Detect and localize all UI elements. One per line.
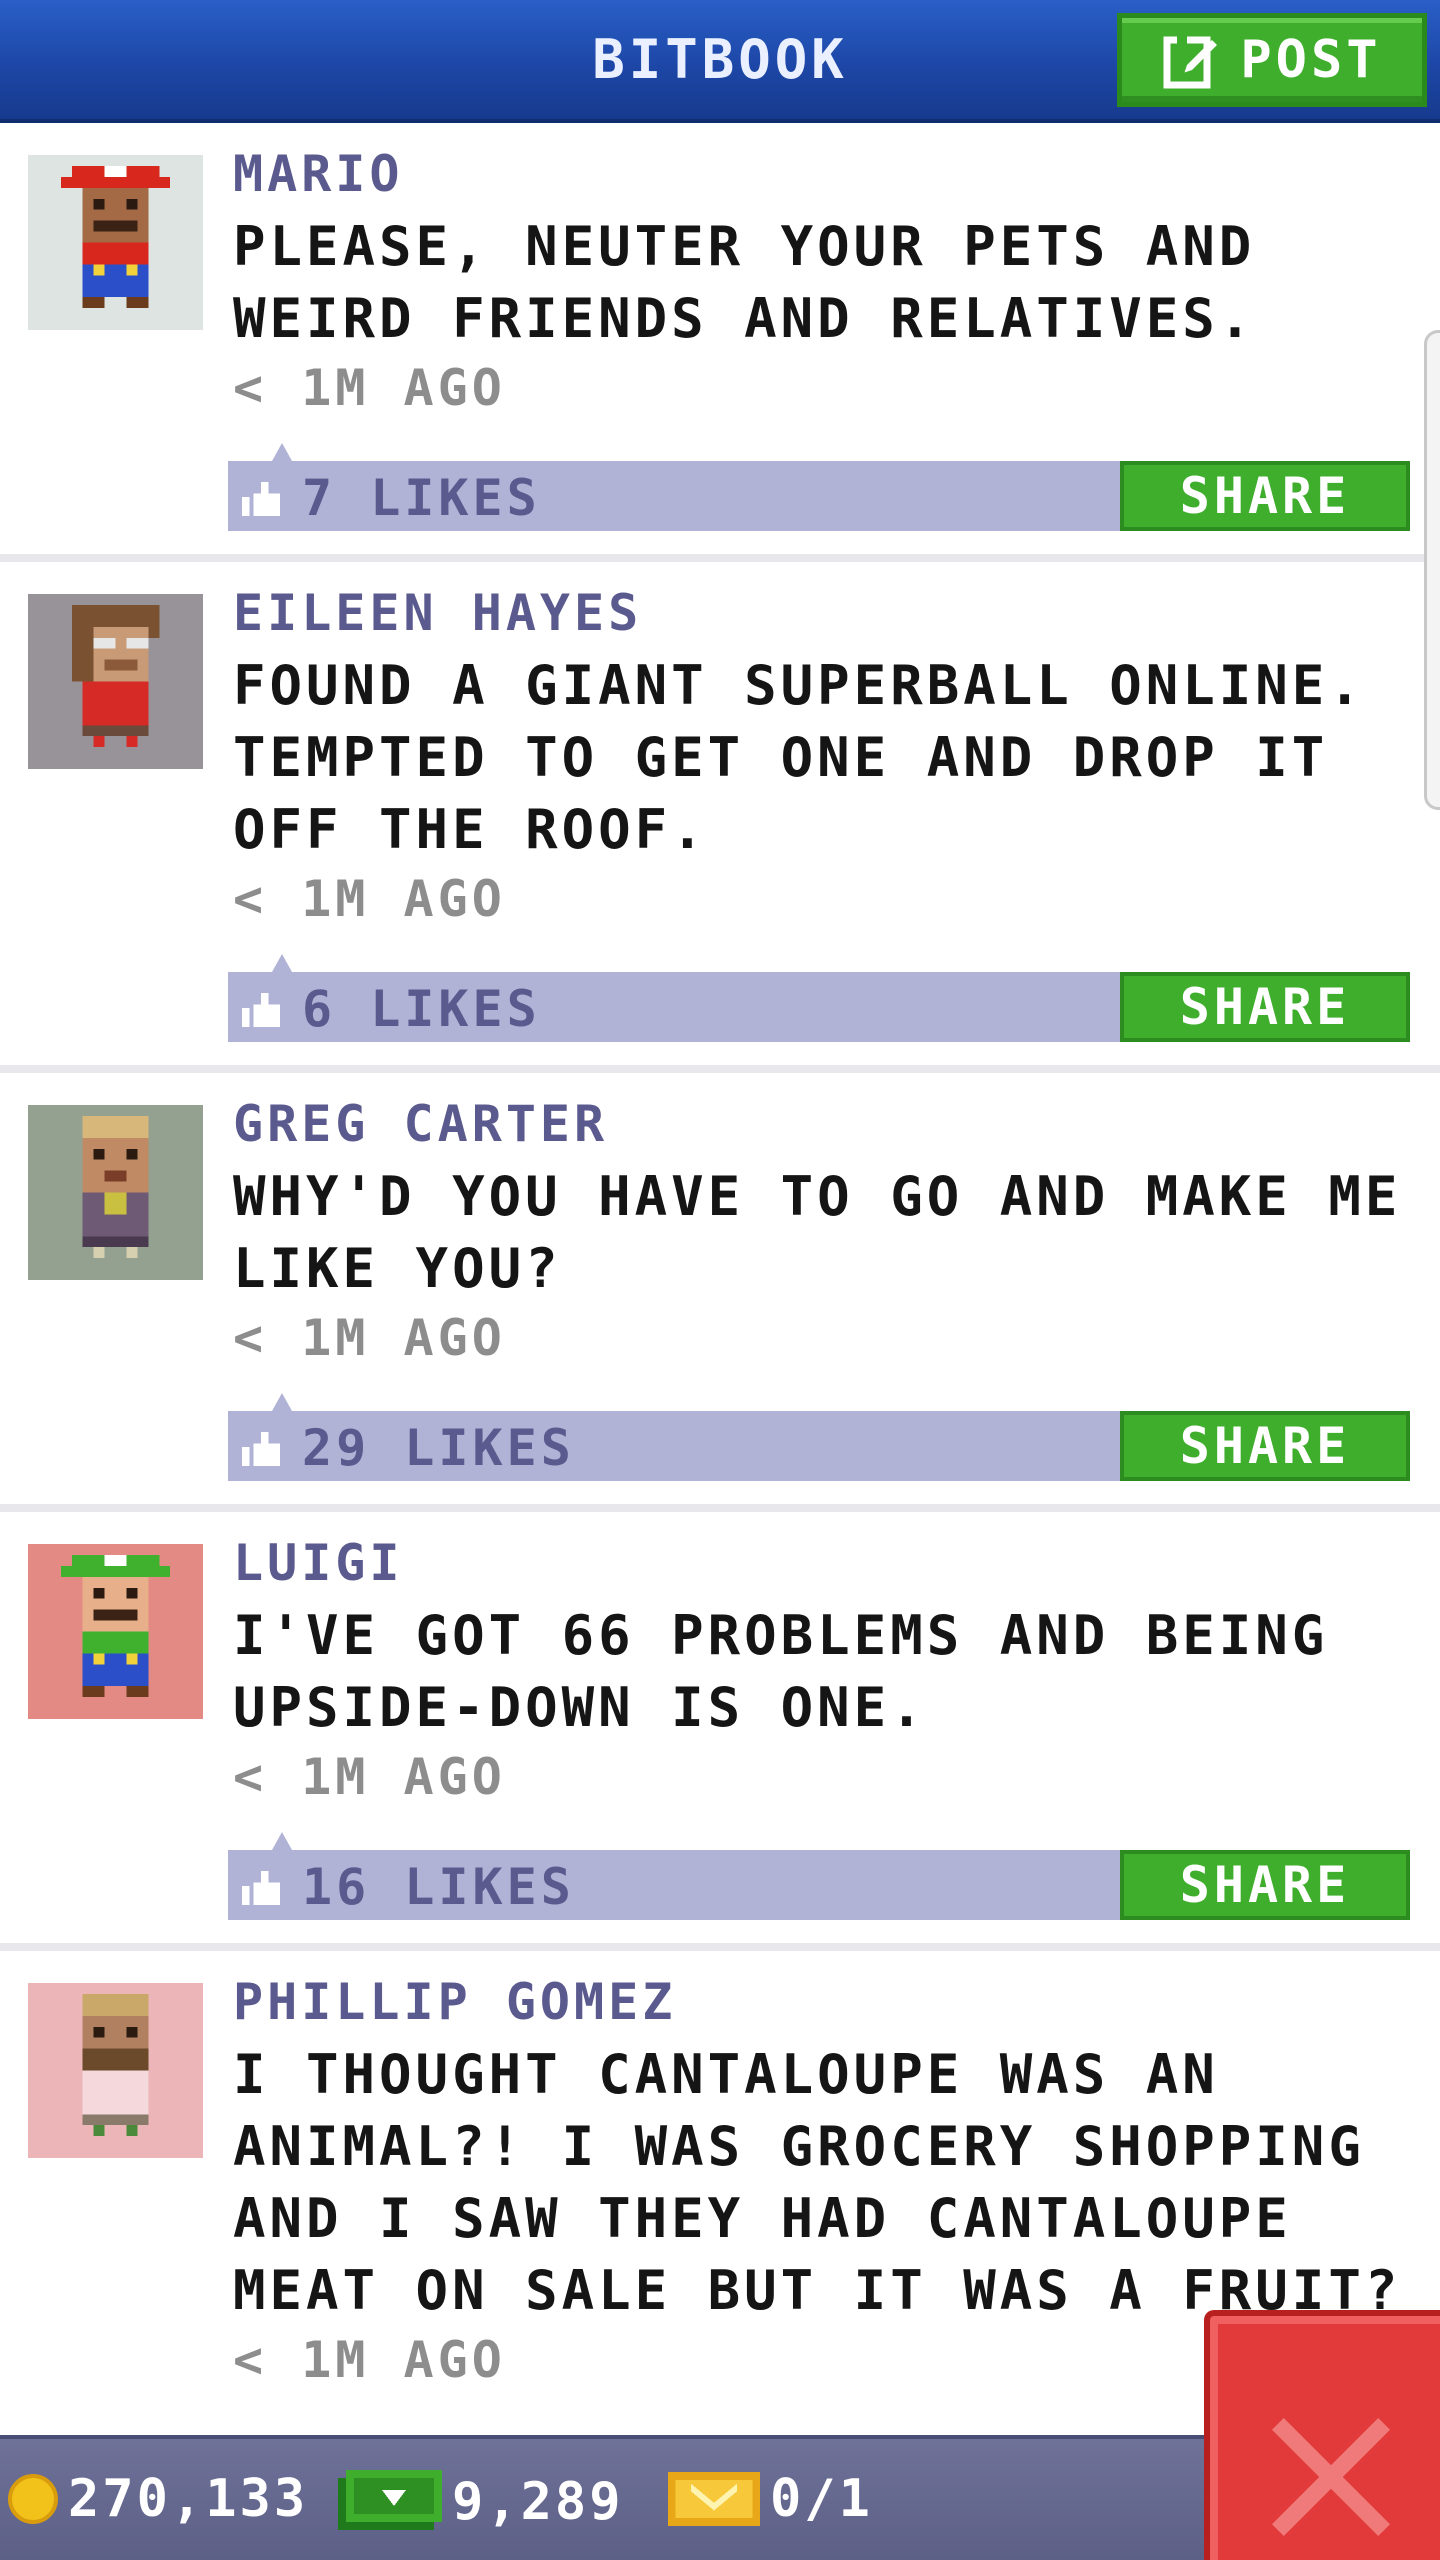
like-icon[interactable]: [242, 481, 280, 517]
post-author[interactable]: EILEEN HAYES: [233, 584, 642, 642]
share-button[interactable]: SHARE: [1120, 1850, 1410, 1920]
post-divider: [0, 1065, 1440, 1073]
coins-stat: 270,133: [8, 2469, 308, 2529]
post-time: < 1M AGO: [233, 870, 506, 928]
likes-bar: 7 LIKES SHARE: [228, 443, 1410, 531]
likes-count: 7 LIKES: [302, 469, 541, 527]
share-button[interactable]: SHARE: [1120, 461, 1410, 531]
post-author[interactable]: PHILLIP GOMEZ: [233, 1973, 676, 2031]
edit-icon: [1163, 30, 1218, 89]
post-divider: [0, 554, 1440, 562]
avatar[interactable]: [28, 1544, 203, 1719]
tickets-value: 0/1: [770, 2469, 873, 2529]
post-message: WHY'D YOU HAVE TO GO AND MAKE ME LIKE YO…: [233, 1165, 1402, 1300]
bux-stat: 9,289: [338, 2469, 624, 2535]
likes-bar: 6 LIKES SHARE: [228, 954, 1410, 1042]
post-button-label: POST: [1240, 30, 1382, 90]
likes-bar-notch: [272, 954, 292, 972]
share-button[interactable]: SHARE: [1120, 1411, 1410, 1481]
likes-bar: 16 LIKES SHARE: [228, 1832, 1410, 1920]
likes-count: 29 LIKES: [302, 1419, 575, 1477]
scrollbar[interactable]: [1424, 330, 1440, 810]
post-author[interactable]: MARIO: [233, 145, 404, 203]
close-icon: [1272, 2418, 1390, 2536]
top-bar: BITBOOK POST: [0, 0, 1440, 123]
post-time: < 1M AGO: [233, 1748, 506, 1806]
post-divider: [0, 1504, 1440, 1512]
post-message: FOUND A GIANT SUPERBALL ONLINE. TEMPTED …: [233, 654, 1365, 861]
like-icon[interactable]: [242, 1870, 280, 1906]
post-message: I THOUGHT CANTALOUPE WAS AN ANIMAL?! I W…: [233, 2043, 1402, 2322]
post-message: I'VE GOT 66 PROBLEMS AND BEING UPSIDE-DO…: [233, 1604, 1329, 1739]
post-time: < 1M AGO: [233, 359, 506, 417]
post-time: < 1M AGO: [233, 1309, 506, 1367]
avatar[interactable]: [28, 1105, 203, 1280]
tickets-stat: 0/1: [668, 2469, 873, 2529]
bux-value: 9,289: [452, 2472, 624, 2532]
post-author[interactable]: LUIGI: [233, 1534, 404, 1592]
avatar[interactable]: [28, 594, 203, 769]
ticket-icon: [668, 2472, 760, 2526]
bux-icon: [338, 2470, 442, 2530]
close-button[interactable]: [1204, 2310, 1440, 2560]
avatar[interactable]: [28, 155, 203, 330]
likes-count: 16 LIKES: [302, 1858, 575, 1916]
coin-icon: [8, 2474, 58, 2524]
coins-value: 270,133: [68, 2469, 309, 2529]
post-divider: [0, 1943, 1440, 1951]
share-button[interactable]: SHARE: [1120, 972, 1410, 1042]
likes-bar-notch: [272, 443, 292, 461]
post-author[interactable]: GREG CARTER: [233, 1095, 608, 1153]
like-icon[interactable]: [242, 1431, 280, 1467]
like-icon[interactable]: [242, 992, 280, 1028]
likes-bar: 29 LIKES SHARE: [228, 1393, 1410, 1481]
likes-bar-notch: [272, 1832, 292, 1850]
feed[interactable]: MARIO PLEASE, NEUTER YOUR PETS AND WEIRD…: [0, 123, 1440, 2435]
post-button[interactable]: POST: [1117, 13, 1427, 107]
post-time: < 1M AGO: [233, 2331, 506, 2389]
post-message: PLEASE, NEUTER YOUR PETS AND WEIRD FRIEN…: [233, 215, 1256, 350]
likes-bar-notch: [272, 1393, 292, 1411]
likes-count: 6 LIKES: [302, 980, 541, 1038]
avatar[interactable]: [28, 1983, 203, 2158]
